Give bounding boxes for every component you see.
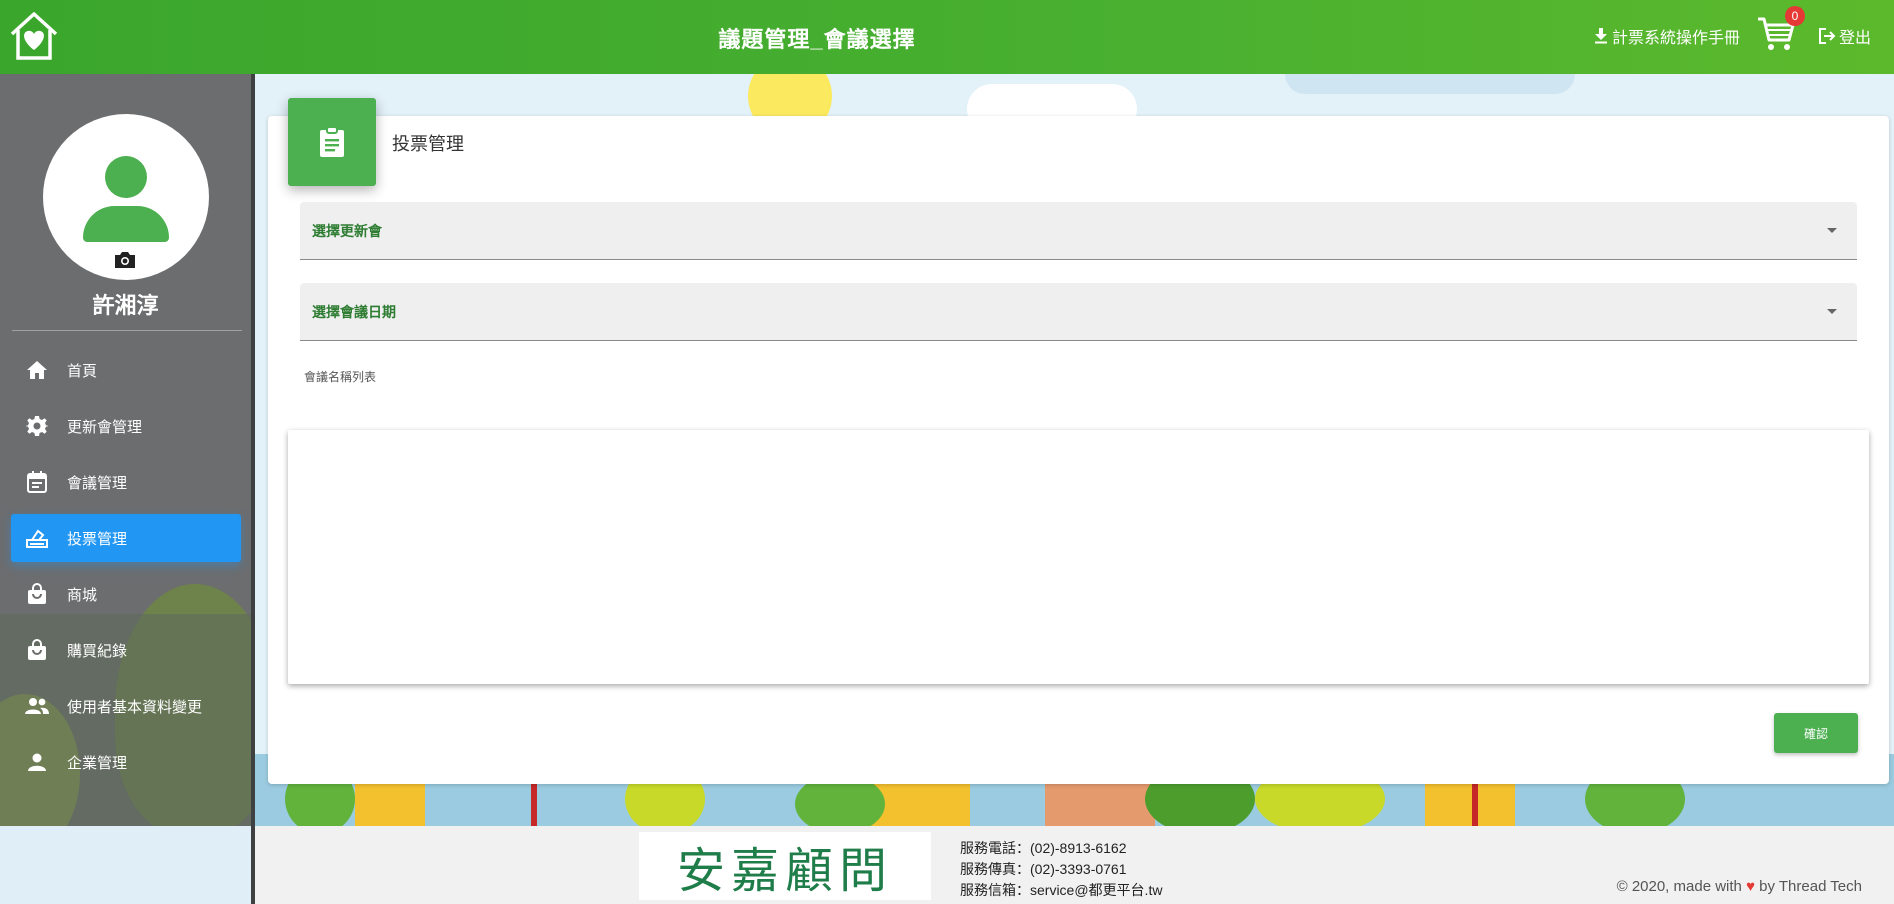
avatar[interactable] xyxy=(43,114,209,280)
logout-button[interactable]: 登出 xyxy=(1818,24,1871,48)
sidebar-item-home[interactable]: 首頁 xyxy=(11,346,241,394)
sign-pole-illustration xyxy=(1472,779,1478,826)
page-title: 議題管理_會議選擇 xyxy=(718,27,916,52)
top-header: 議題管理_會議選擇 計票系統操作手冊 0 登出 xyxy=(0,0,1894,74)
sidebar-edge xyxy=(251,74,255,904)
company-logo-text: 安嘉顧問 xyxy=(676,843,893,899)
credit-prefix: © 2020, made with xyxy=(1616,878,1742,895)
sidebar-item-purchase-history[interactable]: 購買紀錄 xyxy=(11,626,241,674)
sidebar-item-label: 商城 xyxy=(67,586,98,604)
sign-pole-illustration xyxy=(531,779,537,826)
ballot-icon xyxy=(25,526,49,550)
user-name: 許湘淳 xyxy=(92,293,159,318)
meeting-date-select[interactable]: 選擇會議日期 xyxy=(300,283,1857,341)
credit-suffix: by Thread Tech xyxy=(1759,878,1862,895)
sidebar-item-association-management[interactable]: 更新會管理 xyxy=(11,402,241,450)
shopping-bag-icon xyxy=(25,582,49,606)
logout-icon xyxy=(1819,28,1836,44)
operation-manual-label: 計票系統操作手冊 xyxy=(1612,30,1741,47)
footer: 安嘉顧問 服務電話：(02)-8913-6162 服務傳真：(02)-3393-… xyxy=(255,826,1894,904)
sidebar-item-meeting-management[interactable]: 會議管理 xyxy=(11,458,241,506)
person-icon xyxy=(25,750,49,774)
avatar-head xyxy=(105,156,147,198)
contact-info: 服務電話：(02)-8913-6162 服務傳真：(02)-3393-0761 … xyxy=(960,838,1162,901)
company-logo: 安嘉顧問 xyxy=(639,832,931,900)
association-select[interactable]: 選擇更新會 xyxy=(300,202,1857,260)
cloud-illustration xyxy=(1285,74,1575,94)
service-phone: 服務電話：(02)-8913-6162 xyxy=(960,840,1127,856)
sidebar-item-label: 首頁 xyxy=(67,362,98,380)
sidebar: 許湘淳 首頁 更新會管理 會議管理 投票管理 商城 購買紀錄 使用者基本資料變更… xyxy=(0,74,255,826)
dropdown-arrow-icon xyxy=(1827,309,1837,314)
shopping-bag-icon xyxy=(25,638,49,662)
camera-icon[interactable] xyxy=(113,250,137,270)
dropdown-arrow-icon xyxy=(1827,228,1837,233)
logout-label: 登出 xyxy=(1839,30,1872,47)
sidebar-item-label: 購買紀錄 xyxy=(67,642,128,660)
avatar-body xyxy=(83,206,169,242)
card-title: 投票管理 xyxy=(392,134,464,154)
sidebar-divider xyxy=(12,330,242,331)
sidebar-item-voting-management[interactable]: 投票管理 xyxy=(11,514,241,562)
operation-manual-link[interactable]: 計票系統操作手冊 xyxy=(1594,24,1740,48)
sidebar-item-shop[interactable]: 商城 xyxy=(11,570,241,618)
clipboard-icon xyxy=(288,98,376,186)
download-icon xyxy=(1595,28,1607,44)
sidebar-item-label: 會議管理 xyxy=(67,474,128,492)
association-select-label: 選擇更新會 xyxy=(312,223,382,239)
sidebar-item-label: 投票管理 xyxy=(67,530,128,548)
meeting-list-label: 會議名稱列表 xyxy=(304,370,377,384)
sidebar-item-label: 更新會管理 xyxy=(67,418,143,436)
sidebar-item-label: 使用者基本資料變更 xyxy=(67,698,203,716)
calendar-icon xyxy=(25,470,49,494)
service-email: 服務信箱：service@都更平台.tw xyxy=(960,882,1163,898)
confirm-button[interactable]: 確認 xyxy=(1774,713,1858,753)
users-icon xyxy=(25,694,49,718)
sidebar-item-user-profile[interactable]: 使用者基本資料變更 xyxy=(11,682,241,730)
meeting-list-box[interactable] xyxy=(288,430,1869,684)
home-icon xyxy=(25,358,49,382)
heart-icon: ♥ xyxy=(1746,878,1755,895)
service-fax: 服務傳真：(02)-3393-0761 xyxy=(960,861,1127,877)
meeting-date-select-label: 選擇會議日期 xyxy=(312,304,396,320)
cart-count-badge: 0 xyxy=(1785,6,1805,26)
sidebar-item-enterprise-management[interactable]: 企業管理 xyxy=(11,738,241,786)
gear-icon xyxy=(25,414,49,438)
footer-credit: © 2020, made with ♥ by Thread Tech xyxy=(1617,878,1862,895)
sidebar-item-label: 企業管理 xyxy=(67,754,128,772)
